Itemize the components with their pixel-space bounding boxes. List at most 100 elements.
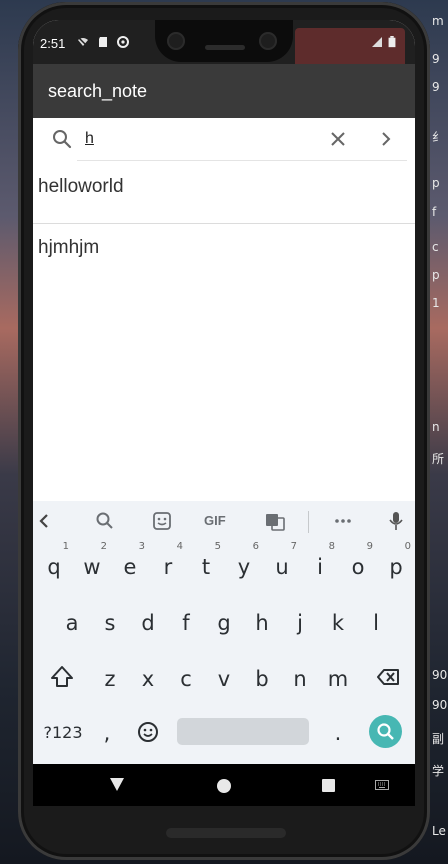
toolbar-separator [308, 511, 309, 533]
sd-card-icon [99, 37, 107, 47]
key-e[interactable]: 3e [112, 541, 148, 591]
translate-icon[interactable] [265, 511, 285, 531]
key-label: e [123, 555, 137, 579]
edge-char: n [432, 420, 440, 434]
status-bar: 2:51 [33, 20, 415, 64]
search-input-underline [77, 160, 407, 161]
key-label: o [351, 555, 365, 579]
note-title: helloworld [38, 176, 124, 197]
key-h[interactable]: h [244, 597, 280, 647]
key-y[interactable]: 6y [226, 541, 262, 591]
edge-char: 纟 [432, 130, 445, 144]
note-title: hjmhjm [38, 237, 100, 258]
gif-button[interactable]: GIF [204, 513, 226, 533]
key-j[interactable]: j [282, 597, 318, 647]
key-label: q [47, 555, 61, 579]
backspace-icon[interactable] [368, 651, 404, 703]
bottom-speaker [166, 828, 286, 838]
soft-keyboard: GIF 1q 2w 3e 4r 5t 6 y 7 u 8 i 9 o 0 p a… [33, 501, 415, 764]
submit-search-icon[interactable] [375, 128, 397, 150]
sticker-icon[interactable] [152, 511, 172, 531]
key-hint: 7 [290, 541, 297, 552]
search-enter-button[interactable] [369, 715, 402, 748]
edge-char: f [432, 205, 437, 219]
key-hint: 8 [328, 541, 335, 552]
key-hint: 2 [100, 541, 107, 552]
home-icon[interactable] [217, 779, 231, 793]
key-i[interactable]: 8i [302, 541, 338, 591]
search-bar: h [33, 118, 415, 162]
recents-icon[interactable] [322, 779, 335, 792]
desktop-edge-text: m 9 9 纟 p f c p 1 n 所 90 90 副 学 Le [428, 0, 448, 864]
key-f[interactable]: f [168, 597, 204, 647]
search-input[interactable]: h [85, 130, 94, 148]
status-time: 2:51 [40, 36, 66, 51]
key-q[interactable]: 1q [36, 541, 72, 591]
key-hint: 5 [214, 541, 221, 552]
key-hint: 1 [62, 541, 69, 552]
edge-char: m [432, 14, 444, 28]
edge-char: 90 [432, 698, 448, 712]
list-item[interactable]: hjmhjm [33, 223, 415, 283]
key-x[interactable]: x [130, 653, 166, 703]
edge-char: 9 [432, 52, 440, 66]
edge-char: p [432, 176, 440, 190]
key-o[interactable]: 9o [340, 541, 376, 591]
back-icon[interactable] [110, 778, 124, 791]
keyboard-switch-icon[interactable] [375, 780, 389, 790]
key-label: i [317, 555, 323, 579]
key-w[interactable]: 2w [74, 541, 110, 591]
key-v[interactable]: v [206, 653, 242, 703]
battery-icon [388, 36, 396, 48]
key-l[interactable]: l [358, 597, 394, 647]
key-t[interactable]: 5t [188, 541, 224, 591]
key-label: r [163, 555, 173, 579]
edge-char: 学 [432, 764, 445, 778]
edge-char: 副 [432, 732, 445, 746]
key-s[interactable]: s [92, 597, 128, 647]
key-hint: 3 [138, 541, 145, 552]
edge-char: 所 [432, 452, 445, 466]
key-m[interactable]: m [320, 653, 356, 703]
clear-search-icon[interactable] [327, 128, 349, 150]
key-label: u [275, 555, 289, 579]
key-k[interactable]: k [320, 597, 356, 647]
earpiece [205, 45, 245, 50]
key-hint: 6 [252, 541, 259, 552]
key-d[interactable]: d [130, 597, 166, 647]
edge-char: Le [432, 824, 446, 838]
front-camera-left [167, 32, 185, 50]
app-title: search_note [48, 81, 148, 101]
app-bar: search_note [33, 64, 415, 118]
edge-char: 9 [432, 80, 440, 94]
list-item[interactable]: helloworld [33, 162, 415, 222]
emoji-icon[interactable] [130, 707, 166, 759]
edge-char: c [432, 240, 439, 254]
key-r[interactable]: 4r [150, 541, 186, 591]
microphone-icon[interactable] [388, 511, 404, 531]
more-options-icon[interactable] [333, 511, 353, 531]
spacebar[interactable] [177, 718, 309, 745]
wifi-off-icon [78, 37, 88, 47]
key-u[interactable]: 7u [264, 541, 300, 591]
search-icon [377, 723, 394, 740]
key-hint: 0 [404, 541, 411, 552]
key-c[interactable]: c [168, 653, 204, 703]
key-label: t [201, 555, 211, 579]
key-label: y [237, 555, 251, 579]
sync-icon [117, 36, 129, 48]
key-g[interactable]: g [206, 597, 242, 647]
shift-icon[interactable] [44, 651, 80, 703]
key-b[interactable]: b [244, 653, 280, 703]
key-p[interactable]: 0p [378, 541, 414, 591]
key-z[interactable]: z [92, 653, 128, 703]
edge-char: p [432, 268, 440, 282]
key-period[interactable]: . [323, 707, 353, 757]
key-comma[interactable]: , [92, 707, 122, 757]
keyboard-toolbar: GIF [33, 501, 415, 541]
chevron-left-icon[interactable] [37, 511, 51, 531]
key-a[interactable]: a [54, 597, 90, 647]
symbols-key[interactable]: ?123 [41, 707, 85, 757]
key-n[interactable]: n [282, 653, 318, 703]
search-icon[interactable] [95, 511, 115, 531]
